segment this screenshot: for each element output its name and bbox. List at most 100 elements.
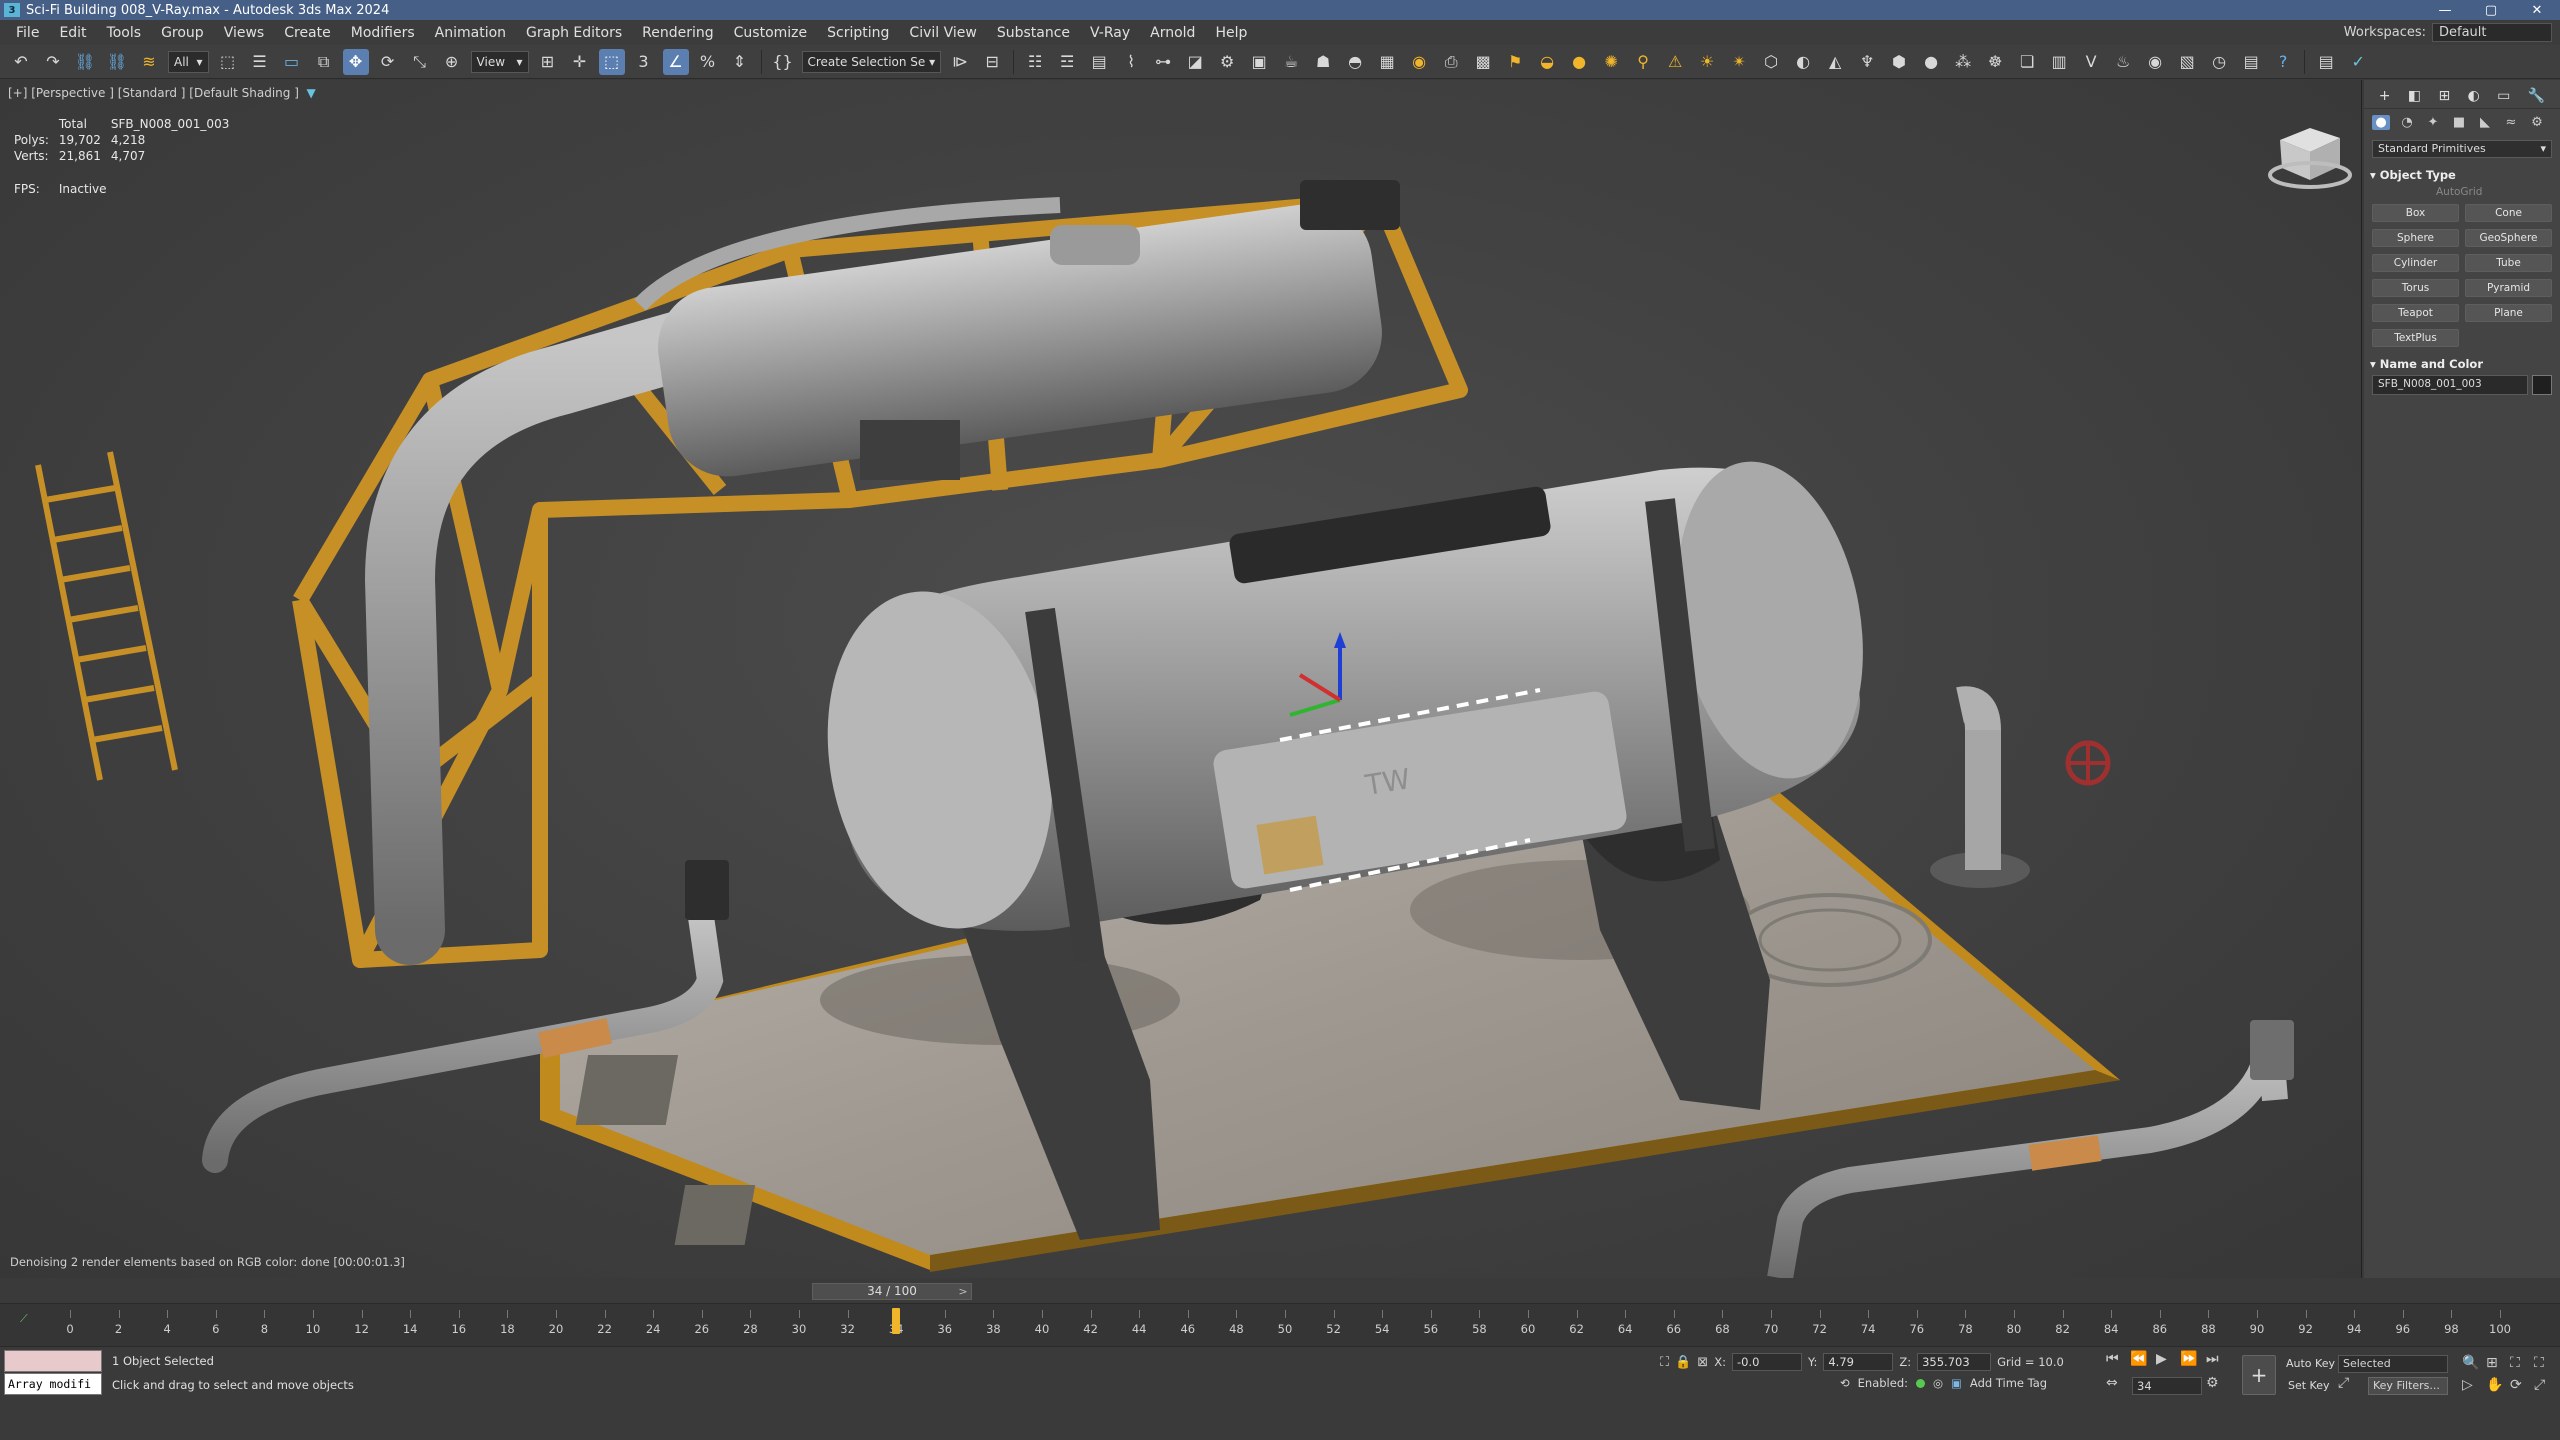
set-key-plus-button[interactable]: + xyxy=(2242,1355,2276,1395)
menu-vray[interactable]: V-Ray xyxy=(1080,25,1140,41)
time-configuration-icon[interactable]: ⚙ xyxy=(2206,1375,2219,1391)
default-in-out-tangents-icon[interactable]: ⤢ xyxy=(2338,1375,2349,1391)
display-tab-icon[interactable]: ▭ xyxy=(2497,88,2510,104)
key-filters-button[interactable]: Key Filters... xyxy=(2368,1377,2448,1395)
vray-fur-icon[interactable]: ◐ xyxy=(1790,49,1816,75)
shapes-category-icon[interactable]: ◔ xyxy=(2398,115,2416,130)
teapot-button[interactable]: Teapot xyxy=(2372,304,2459,322)
mini-curve-editor-icon[interactable]: ⟋ xyxy=(20,1312,28,1326)
adaptive-degradation-icon[interactable]: ⟲ xyxy=(1840,1376,1850,1390)
isolate-selection-icon[interactable]: ⛶ xyxy=(1660,1355,1669,1370)
current-frame-marker[interactable] xyxy=(892,1308,901,1334)
render-icon[interactable]: ☕ xyxy=(1278,49,1304,75)
scene-explorer-icon[interactable]: ☷ xyxy=(1022,49,1048,75)
cone-button[interactable]: Cone xyxy=(2465,204,2552,222)
vray-volume-icon[interactable]: ⁂ xyxy=(1950,49,1976,75)
spinner-snap-icon[interactable]: ⇕ xyxy=(727,49,753,75)
vray-ambient-light-icon[interactable]: ⚠ xyxy=(1662,49,1688,75)
maxscript-output[interactable] xyxy=(4,1350,102,1372)
move-tool-icon[interactable]: ✥ xyxy=(342,48,369,75)
y-coordinate-field[interactable]: 4.79 xyxy=(1823,1353,1894,1371)
primitive-type-dropdown[interactable]: Standard Primitives ▾ xyxy=(2372,140,2552,158)
vray-light-icon[interactable]: ◉ xyxy=(1406,49,1432,75)
zoom-extents-all-icon[interactable]: ⛶ xyxy=(2534,1355,2544,1371)
vray-lister-icon[interactable]: ❏ xyxy=(2014,49,2040,75)
window-crossing-icon[interactable]: ⧉ xyxy=(311,49,337,75)
helpers-category-icon[interactable]: ◣ xyxy=(2476,115,2494,130)
object-type-rollout[interactable]: ▾ Object Type xyxy=(2370,168,2554,182)
tube-button[interactable]: Tube xyxy=(2465,254,2552,272)
modify-tab-icon[interactable]: ◧ xyxy=(2408,88,2421,104)
vray-material-icon[interactable]: ☸ xyxy=(1982,49,2008,75)
cameras-category-icon[interactable]: ■ xyxy=(2450,115,2468,130)
menu-file[interactable]: File xyxy=(6,25,49,41)
zoom-icon[interactable]: 🔍 xyxy=(2462,1355,2479,1371)
torus-button[interactable]: Torus xyxy=(2372,279,2459,297)
previous-key-icon[interactable]: ⏪ xyxy=(2130,1351,2147,1367)
sync-check-icon[interactable]: ✓ xyxy=(2345,49,2371,75)
key-mode-toggle-icon[interactable]: ⇔ xyxy=(2106,1375,2118,1391)
menu-views[interactable]: Views xyxy=(214,25,275,41)
vray-decal-icon[interactable]: ⬢ xyxy=(1886,49,1912,75)
sky-icon[interactable]: ✴ xyxy=(1726,49,1752,75)
selection-lock-icon[interactable]: 🔒 xyxy=(1675,1355,1691,1370)
vray-mesh-icon[interactable]: ◭ xyxy=(1822,49,1848,75)
menu-arnold[interactable]: Arnold xyxy=(1140,25,1205,41)
add-time-tag-button[interactable]: Add Time Tag xyxy=(1970,1376,2047,1390)
geosphere-button[interactable]: GeoSphere xyxy=(2465,229,2552,247)
next-frame-arrow-icon[interactable]: > xyxy=(956,1283,970,1300)
go-to-end-icon[interactable]: ⏭ xyxy=(2206,1351,2219,1367)
object-color-swatch[interactable] xyxy=(2532,375,2552,395)
motion-tab-icon[interactable]: ◐ xyxy=(2468,88,2480,104)
vray-vision-icon[interactable]: ▥ xyxy=(2046,49,2072,75)
vray-scatter-icon[interactable]: ♆ xyxy=(1854,49,1880,75)
x-coordinate-field[interactable]: -0.0 xyxy=(1731,1353,1802,1371)
time-slider-knob[interactable]: 34 / 100 xyxy=(812,1283,972,1300)
unlink-icon[interactable]: ⛓ xyxy=(104,49,130,75)
time-tag-icon[interactable]: ▣ xyxy=(1951,1376,1962,1390)
reference-coord-dropdown[interactable]: View ▾ xyxy=(470,50,529,73)
arnold-sphere-icon[interactable]: ◉ xyxy=(2142,49,2168,75)
maxscript-input[interactable]: Array modifi xyxy=(4,1373,102,1395)
arnold-light-icon[interactable]: ♨ xyxy=(2110,49,2136,75)
filter-icon[interactable]: ▼ xyxy=(307,86,316,100)
vray-sphere-icon[interactable]: ◓ xyxy=(1342,49,1368,75)
box-button[interactable]: Box xyxy=(2372,204,2459,222)
time-config-icon[interactable]: ◎ xyxy=(1933,1376,1943,1390)
set-key-button[interactable]: Set Key xyxy=(2288,1379,2330,1392)
name-color-rollout[interactable]: ▾ Name and Color xyxy=(2370,357,2554,371)
rotate-tool-icon[interactable]: ⟳ xyxy=(375,49,401,75)
orbit-icon[interactable]: ⟳ xyxy=(2510,1377,2522,1393)
create-tab-icon[interactable]: + xyxy=(2379,88,2391,104)
viewport-label-menu[interactable]: [+] [Perspective ] [Standard ] [Default … xyxy=(8,86,316,100)
scene-render[interactable]: TW xyxy=(0,80,2362,1278)
autogrid-checkbox[interactable]: AutoGrid xyxy=(2436,186,2560,198)
z-coordinate-field[interactable]: 355.703 xyxy=(1917,1353,1992,1371)
scale-tool-icon[interactable]: ⤡ xyxy=(407,49,433,75)
menu-rendering[interactable]: Rendering xyxy=(632,25,724,41)
auto-key-button[interactable]: Auto Key xyxy=(2286,1357,2335,1370)
time-slider[interactable]: < 34 / 100 > xyxy=(0,1280,2560,1302)
vray-clipper-icon[interactable]: ● xyxy=(1918,49,1944,75)
field-of-view-icon[interactable]: ▷ xyxy=(2462,1377,2473,1393)
select-by-name-icon[interactable]: ☰ xyxy=(247,49,273,75)
select-manipulate-icon[interactable]: ✛ xyxy=(567,49,593,75)
track-bar[interactable]: ⟋ 02468101214161820222426283032343638404… xyxy=(0,1303,2560,1347)
pyramid-button[interactable]: Pyramid xyxy=(2465,279,2552,297)
toggle-ribbon-icon[interactable]: ▤ xyxy=(1086,49,1112,75)
maxscript-listener[interactable]: Array modifi xyxy=(4,1350,102,1396)
key-mode-dropdown[interactable]: Selected xyxy=(2338,1355,2448,1373)
sphere-button[interactable]: Sphere xyxy=(2372,229,2459,247)
systems-category-icon[interactable]: ⚙ xyxy=(2528,115,2546,130)
project-folder-icon[interactable]: ▤ xyxy=(2313,49,2339,75)
close-button[interactable]: ✕ xyxy=(2514,3,2560,18)
maximize-viewport-icon[interactable]: ⤢ xyxy=(2534,1377,2545,1393)
cylinder-button[interactable]: Cylinder xyxy=(2372,254,2459,272)
viewcube[interactable] xyxy=(2268,128,2352,189)
keyboard-shortcut-override-icon[interactable]: ⬚ xyxy=(598,48,625,75)
minimize-button[interactable]: — xyxy=(2422,3,2468,18)
help-icon[interactable]: ? xyxy=(2270,49,2296,75)
vray-proxy-icon[interactable]: ▩ xyxy=(1470,49,1496,75)
redo-icon[interactable]: ↷ xyxy=(40,49,66,75)
plane-button[interactable]: Plane xyxy=(2465,304,2552,322)
